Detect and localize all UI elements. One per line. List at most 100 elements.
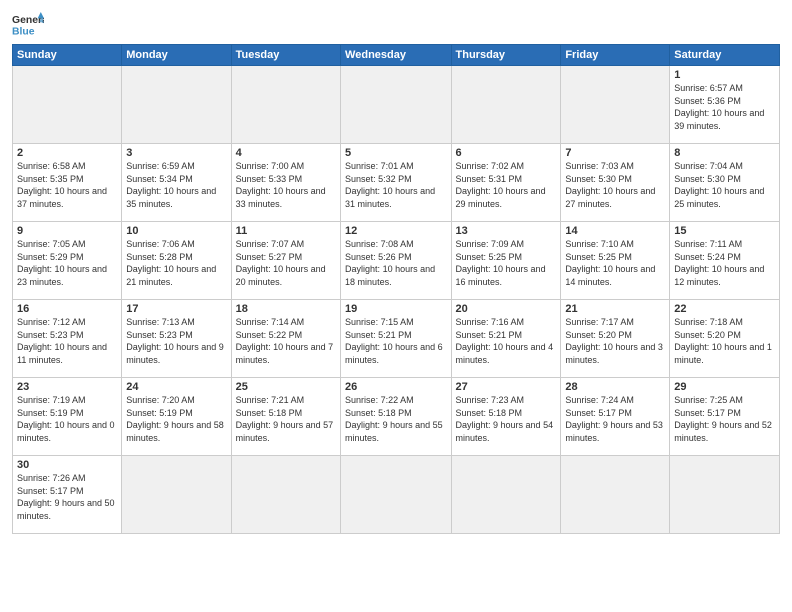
calendar-cell: 4 Sunrise: 7:00 AM Sunset: 5:33 PM Dayli… bbox=[231, 144, 340, 222]
calendar-cell: 19 Sunrise: 7:15 AM Sunset: 5:21 PM Dayl… bbox=[341, 300, 451, 378]
calendar-cell bbox=[341, 456, 451, 534]
day-number: 11 bbox=[236, 225, 336, 237]
calendar-table: SundayMondayTuesdayWednesdayThursdayFrid… bbox=[12, 44, 780, 534]
calendar-week-3: 9 Sunrise: 7:05 AM Sunset: 5:29 PM Dayli… bbox=[13, 222, 780, 300]
calendar-cell: 15 Sunrise: 7:11 AM Sunset: 5:24 PM Dayl… bbox=[670, 222, 780, 300]
day-info: Sunrise: 7:11 AM Sunset: 5:24 PM Dayligh… bbox=[674, 238, 775, 288]
calendar-cell: 29 Sunrise: 7:25 AM Sunset: 5:17 PM Dayl… bbox=[670, 378, 780, 456]
day-info: Sunrise: 7:01 AM Sunset: 5:32 PM Dayligh… bbox=[345, 160, 446, 210]
day-info: Sunrise: 7:14 AM Sunset: 5:22 PM Dayligh… bbox=[236, 316, 336, 366]
day-number: 22 bbox=[674, 303, 775, 315]
day-number: 20 bbox=[456, 303, 557, 315]
calendar-cell: 7 Sunrise: 7:03 AM Sunset: 5:30 PM Dayli… bbox=[561, 144, 670, 222]
calendar-week-2: 2 Sunrise: 6:58 AM Sunset: 5:35 PM Dayli… bbox=[13, 144, 780, 222]
calendar-cell: 2 Sunrise: 6:58 AM Sunset: 5:35 PM Dayli… bbox=[13, 144, 122, 222]
day-number: 28 bbox=[565, 381, 665, 393]
calendar-cell bbox=[13, 66, 122, 144]
day-number: 15 bbox=[674, 225, 775, 237]
day-number: 23 bbox=[17, 381, 117, 393]
calendar-cell: 22 Sunrise: 7:18 AM Sunset: 5:20 PM Dayl… bbox=[670, 300, 780, 378]
calendar-cell: 20 Sunrise: 7:16 AM Sunset: 5:21 PM Dayl… bbox=[451, 300, 561, 378]
calendar-cell: 12 Sunrise: 7:08 AM Sunset: 5:26 PM Dayl… bbox=[341, 222, 451, 300]
calendar-cell: 25 Sunrise: 7:21 AM Sunset: 5:18 PM Dayl… bbox=[231, 378, 340, 456]
col-header-friday: Friday bbox=[561, 45, 670, 66]
day-info: Sunrise: 7:15 AM Sunset: 5:21 PM Dayligh… bbox=[345, 316, 446, 366]
calendar-week-4: 16 Sunrise: 7:12 AM Sunset: 5:23 PM Dayl… bbox=[13, 300, 780, 378]
day-info: Sunrise: 7:02 AM Sunset: 5:31 PM Dayligh… bbox=[456, 160, 557, 210]
calendar-cell: 14 Sunrise: 7:10 AM Sunset: 5:25 PM Dayl… bbox=[561, 222, 670, 300]
calendar-cell bbox=[670, 456, 780, 534]
calendar-cell: 28 Sunrise: 7:24 AM Sunset: 5:17 PM Dayl… bbox=[561, 378, 670, 456]
day-number: 19 bbox=[345, 303, 446, 315]
day-number: 24 bbox=[126, 381, 226, 393]
day-number: 27 bbox=[456, 381, 557, 393]
calendar-cell: 3 Sunrise: 6:59 AM Sunset: 5:34 PM Dayli… bbox=[122, 144, 231, 222]
day-number: 6 bbox=[456, 147, 557, 159]
day-number: 26 bbox=[345, 381, 446, 393]
day-number: 17 bbox=[126, 303, 226, 315]
col-header-saturday: Saturday bbox=[670, 45, 780, 66]
day-info: Sunrise: 7:26 AM Sunset: 5:17 PM Dayligh… bbox=[17, 472, 117, 522]
day-info: Sunrise: 7:18 AM Sunset: 5:20 PM Dayligh… bbox=[674, 316, 775, 366]
calendar-cell bbox=[122, 456, 231, 534]
day-number: 5 bbox=[345, 147, 446, 159]
day-info: Sunrise: 7:22 AM Sunset: 5:18 PM Dayligh… bbox=[345, 394, 446, 444]
day-info: Sunrise: 7:05 AM Sunset: 5:29 PM Dayligh… bbox=[17, 238, 117, 288]
calendar-week-5: 23 Sunrise: 7:19 AM Sunset: 5:19 PM Dayl… bbox=[13, 378, 780, 456]
day-info: Sunrise: 7:00 AM Sunset: 5:33 PM Dayligh… bbox=[236, 160, 336, 210]
day-number: 25 bbox=[236, 381, 336, 393]
day-number: 30 bbox=[17, 459, 117, 471]
calendar-cell: 16 Sunrise: 7:12 AM Sunset: 5:23 PM Dayl… bbox=[13, 300, 122, 378]
logo-icon: General Blue bbox=[12, 10, 44, 38]
calendar-cell bbox=[231, 456, 340, 534]
calendar-cell bbox=[451, 66, 561, 144]
calendar-cell: 21 Sunrise: 7:17 AM Sunset: 5:20 PM Dayl… bbox=[561, 300, 670, 378]
header: General Blue bbox=[12, 10, 780, 38]
calendar-cell bbox=[341, 66, 451, 144]
day-number: 8 bbox=[674, 147, 775, 159]
calendar-cell: 26 Sunrise: 7:22 AM Sunset: 5:18 PM Dayl… bbox=[341, 378, 451, 456]
day-info: Sunrise: 7:06 AM Sunset: 5:28 PM Dayligh… bbox=[126, 238, 226, 288]
calendar-week-1: 1 Sunrise: 6:57 AM Sunset: 5:36 PM Dayli… bbox=[13, 66, 780, 144]
day-number: 13 bbox=[456, 225, 557, 237]
day-info: Sunrise: 6:58 AM Sunset: 5:35 PM Dayligh… bbox=[17, 160, 117, 210]
calendar-cell: 17 Sunrise: 7:13 AM Sunset: 5:23 PM Dayl… bbox=[122, 300, 231, 378]
day-info: Sunrise: 7:09 AM Sunset: 5:25 PM Dayligh… bbox=[456, 238, 557, 288]
calendar-cell bbox=[231, 66, 340, 144]
calendar-cell: 6 Sunrise: 7:02 AM Sunset: 5:31 PM Dayli… bbox=[451, 144, 561, 222]
col-header-wednesday: Wednesday bbox=[341, 45, 451, 66]
logo: General Blue bbox=[12, 10, 44, 38]
calendar-cell: 5 Sunrise: 7:01 AM Sunset: 5:32 PM Dayli… bbox=[341, 144, 451, 222]
day-number: 29 bbox=[674, 381, 775, 393]
day-number: 14 bbox=[565, 225, 665, 237]
day-number: 9 bbox=[17, 225, 117, 237]
day-info: Sunrise: 7:23 AM Sunset: 5:18 PM Dayligh… bbox=[456, 394, 557, 444]
day-info: Sunrise: 7:20 AM Sunset: 5:19 PM Dayligh… bbox=[126, 394, 226, 444]
calendar-cell: 24 Sunrise: 7:20 AM Sunset: 5:19 PM Dayl… bbox=[122, 378, 231, 456]
calendar-cell: 10 Sunrise: 7:06 AM Sunset: 5:28 PM Dayl… bbox=[122, 222, 231, 300]
day-number: 16 bbox=[17, 303, 117, 315]
day-info: Sunrise: 7:16 AM Sunset: 5:21 PM Dayligh… bbox=[456, 316, 557, 366]
col-header-sunday: Sunday bbox=[13, 45, 122, 66]
day-info: Sunrise: 6:59 AM Sunset: 5:34 PM Dayligh… bbox=[126, 160, 226, 210]
calendar-cell: 1 Sunrise: 6:57 AM Sunset: 5:36 PM Dayli… bbox=[670, 66, 780, 144]
calendar-cell bbox=[561, 456, 670, 534]
day-info: Sunrise: 7:07 AM Sunset: 5:27 PM Dayligh… bbox=[236, 238, 336, 288]
day-number: 7 bbox=[565, 147, 665, 159]
day-number: 1 bbox=[674, 69, 775, 81]
day-info: Sunrise: 7:25 AM Sunset: 5:17 PM Dayligh… bbox=[674, 394, 775, 444]
calendar-cell: 27 Sunrise: 7:23 AM Sunset: 5:18 PM Dayl… bbox=[451, 378, 561, 456]
day-info: Sunrise: 7:13 AM Sunset: 5:23 PM Dayligh… bbox=[126, 316, 226, 366]
day-info: Sunrise: 7:21 AM Sunset: 5:18 PM Dayligh… bbox=[236, 394, 336, 444]
col-header-monday: Monday bbox=[122, 45, 231, 66]
col-header-tuesday: Tuesday bbox=[231, 45, 340, 66]
day-info: Sunrise: 7:17 AM Sunset: 5:20 PM Dayligh… bbox=[565, 316, 665, 366]
day-number: 18 bbox=[236, 303, 336, 315]
calendar-cell: 9 Sunrise: 7:05 AM Sunset: 5:29 PM Dayli… bbox=[13, 222, 122, 300]
calendar-cell bbox=[122, 66, 231, 144]
day-info: Sunrise: 7:19 AM Sunset: 5:19 PM Dayligh… bbox=[17, 394, 117, 444]
day-info: Sunrise: 6:57 AM Sunset: 5:36 PM Dayligh… bbox=[674, 82, 775, 132]
calendar-cell: 30 Sunrise: 7:26 AM Sunset: 5:17 PM Dayl… bbox=[13, 456, 122, 534]
day-info: Sunrise: 7:03 AM Sunset: 5:30 PM Dayligh… bbox=[565, 160, 665, 210]
col-header-thursday: Thursday bbox=[451, 45, 561, 66]
